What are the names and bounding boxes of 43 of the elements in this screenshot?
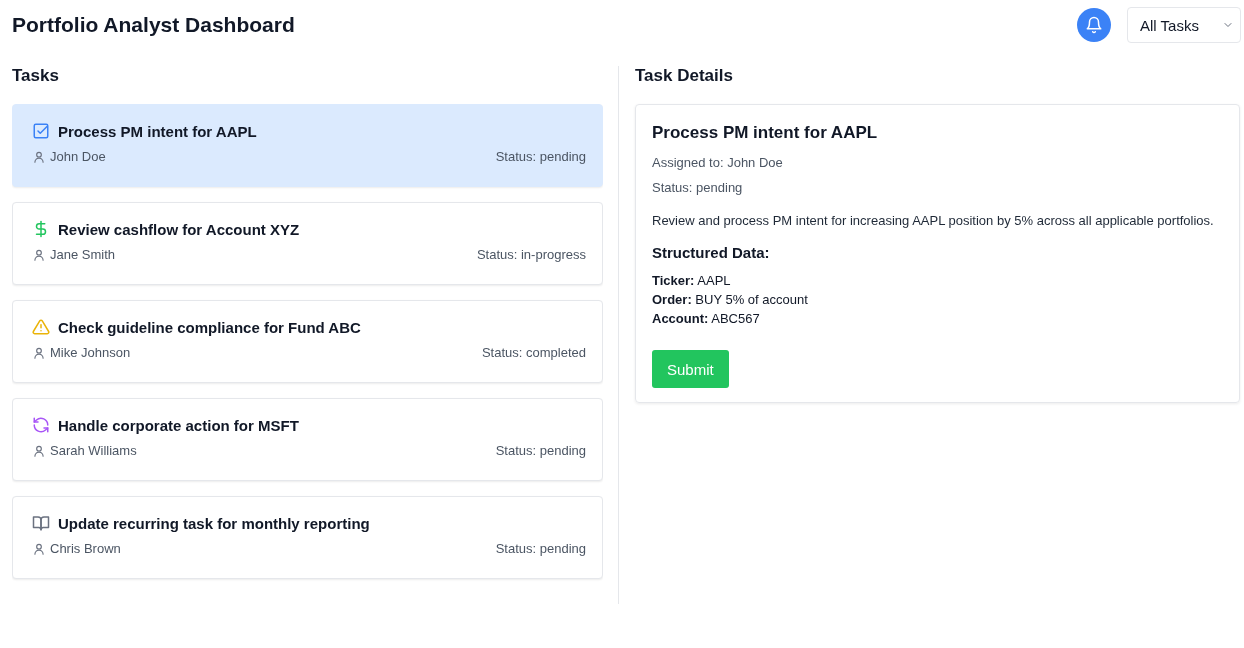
data-field: Ticker: AAPL	[652, 271, 1223, 290]
task-card[interactable]: Process PM intent for AAPL John Doe Status: pending	[12, 104, 603, 187]
task-title: Process PM intent for AAPL	[58, 122, 257, 140]
task-title: Update recurring task for monthly reporting	[58, 514, 370, 532]
data-field: Account: ABC567	[652, 309, 1223, 328]
task-title: Handle corporate action for MSFT	[58, 416, 299, 434]
person-icon	[32, 443, 46, 458]
description-text: Review and process PM intent for increasing AAPL position by 5% across all applicable portfolios.	[652, 212, 1215, 230]
filter-dropdown[interactable]: All Tasks	[1127, 7, 1241, 43]
task-assignee: Mike Johnson	[50, 345, 131, 360]
refresh-icon	[32, 416, 50, 434]
task-assignee: Sarah Williams	[50, 443, 137, 458]
section-heading: Structured Data:	[652, 244, 771, 261]
person-icon	[32, 149, 46, 164]
detail-title: Process PM intent for AAPL	[652, 123, 879, 143]
task-status: Status: completed	[481, 345, 586, 360]
task-card[interactable]: Update recurring task for monthly reporting Chris Brown Status: pending	[12, 496, 603, 579]
task-status: Status: pending	[495, 149, 586, 164]
task-status: Status: in-progress	[476, 247, 586, 262]
task-assignee: John Doe	[50, 149, 106, 164]
person-icon	[32, 541, 46, 556]
task-title: Check guideline compliance for Fund ABC	[58, 318, 361, 336]
person-icon	[32, 247, 46, 262]
notification-button[interactable]	[1077, 8, 1111, 42]
book-icon	[32, 514, 50, 532]
status-text: Status: pending	[652, 180, 744, 195]
warning-icon	[32, 318, 50, 336]
task-assignee: Chris Brown	[50, 541, 121, 556]
checkbox-icon	[32, 122, 50, 140]
task-card[interactable]: Review cashflow for Account XYZ Jane Smith Status: in-progress	[12, 202, 603, 285]
task-card[interactable]: Check guideline compliance for Fund ABC Mike Johnson Status: completed	[12, 300, 603, 383]
data-field: Order: BUY 5% of account	[652, 290, 1223, 309]
task-assignee: Jane Smith	[50, 247, 116, 262]
task-status: Status: pending	[495, 541, 586, 556]
dashboard-title: Portfolio Analyst Dashboard	[12, 13, 295, 37]
section-title: Tasks	[12, 66, 60, 86]
task-card[interactable]: Handle corporate action for MSFT Sarah Williams Status: pending	[12, 398, 603, 481]
task-title: Review cashflow for Account XYZ	[58, 220, 300, 238]
assigned-text: Assigned to: John Doe	[652, 155, 784, 170]
person-icon	[32, 345, 46, 360]
section-title: Task Details	[635, 66, 734, 86]
task-status: Status: pending	[495, 443, 586, 458]
bell-icon	[1085, 16, 1103, 34]
